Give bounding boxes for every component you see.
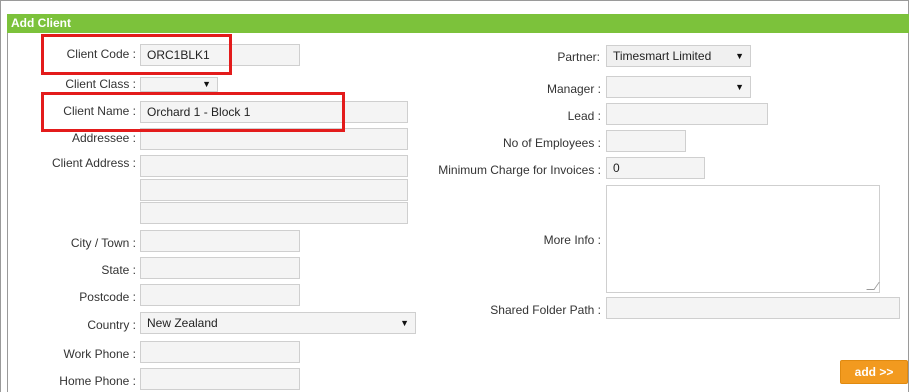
state-label: State : bbox=[101, 263, 136, 277]
addressee-label: Addressee : bbox=[71, 131, 136, 145]
min-charge-input[interactable]: 0 bbox=[606, 157, 705, 179]
city-input[interactable] bbox=[140, 230, 300, 252]
caret-down-icon: ▼ bbox=[735, 51, 744, 61]
add-button[interactable]: add >> bbox=[840, 360, 908, 384]
client-address-line3[interactable] bbox=[140, 202, 408, 224]
client-name-highlight bbox=[41, 92, 345, 132]
client-address-line2[interactable] bbox=[140, 179, 408, 201]
client-class-label: Client Class : bbox=[65, 77, 136, 91]
partner-label: Partner: bbox=[557, 50, 600, 64]
resize-grip-icon[interactable] bbox=[866, 282, 880, 290]
partner-select[interactable]: Timesmart Limited ▼ bbox=[606, 45, 751, 67]
client-code-highlight bbox=[41, 34, 232, 75]
manager-select[interactable]: ▼ bbox=[606, 76, 751, 98]
lead-input[interactable] bbox=[606, 103, 768, 125]
partner-value: Timesmart Limited bbox=[613, 49, 712, 63]
caret-down-icon: ▼ bbox=[202, 79, 211, 89]
caret-down-icon: ▼ bbox=[400, 318, 409, 328]
caret-down-icon: ▼ bbox=[735, 82, 744, 92]
form-header: Add Client bbox=[7, 14, 909, 33]
postcode-label: Postcode : bbox=[79, 290, 136, 304]
work-phone-input[interactable] bbox=[140, 341, 300, 363]
more-info-textarea[interactable] bbox=[606, 185, 880, 293]
employees-input[interactable] bbox=[606, 130, 686, 152]
manager-label: Manager : bbox=[546, 82, 601, 96]
country-value: New Zealand bbox=[147, 316, 218, 330]
more-info-label: More Info : bbox=[543, 233, 601, 247]
client-address-line1[interactable] bbox=[140, 155, 408, 177]
country-label: Country : bbox=[87, 318, 136, 332]
work-phone-label: Work Phone : bbox=[63, 347, 136, 361]
home-phone-label: Home Phone : bbox=[59, 374, 136, 388]
panel-left-border bbox=[7, 33, 8, 392]
lead-label: Lead : bbox=[567, 109, 601, 123]
shared-folder-label: Shared Folder Path : bbox=[490, 303, 601, 317]
client-address-label: Client Address : bbox=[51, 156, 136, 170]
min-charge-label: Minimum Charge for Invoices : bbox=[438, 163, 601, 177]
employees-label: No of Employees : bbox=[502, 136, 601, 150]
client-class-select[interactable]: ▼ bbox=[140, 77, 218, 92]
country-select[interactable]: New Zealand ▼ bbox=[140, 312, 416, 334]
postcode-input[interactable] bbox=[140, 284, 300, 306]
city-label: City / Town : bbox=[70, 236, 136, 250]
state-input[interactable] bbox=[140, 257, 300, 279]
home-phone-input[interactable] bbox=[140, 368, 300, 390]
shared-folder-input[interactable] bbox=[606, 297, 900, 319]
